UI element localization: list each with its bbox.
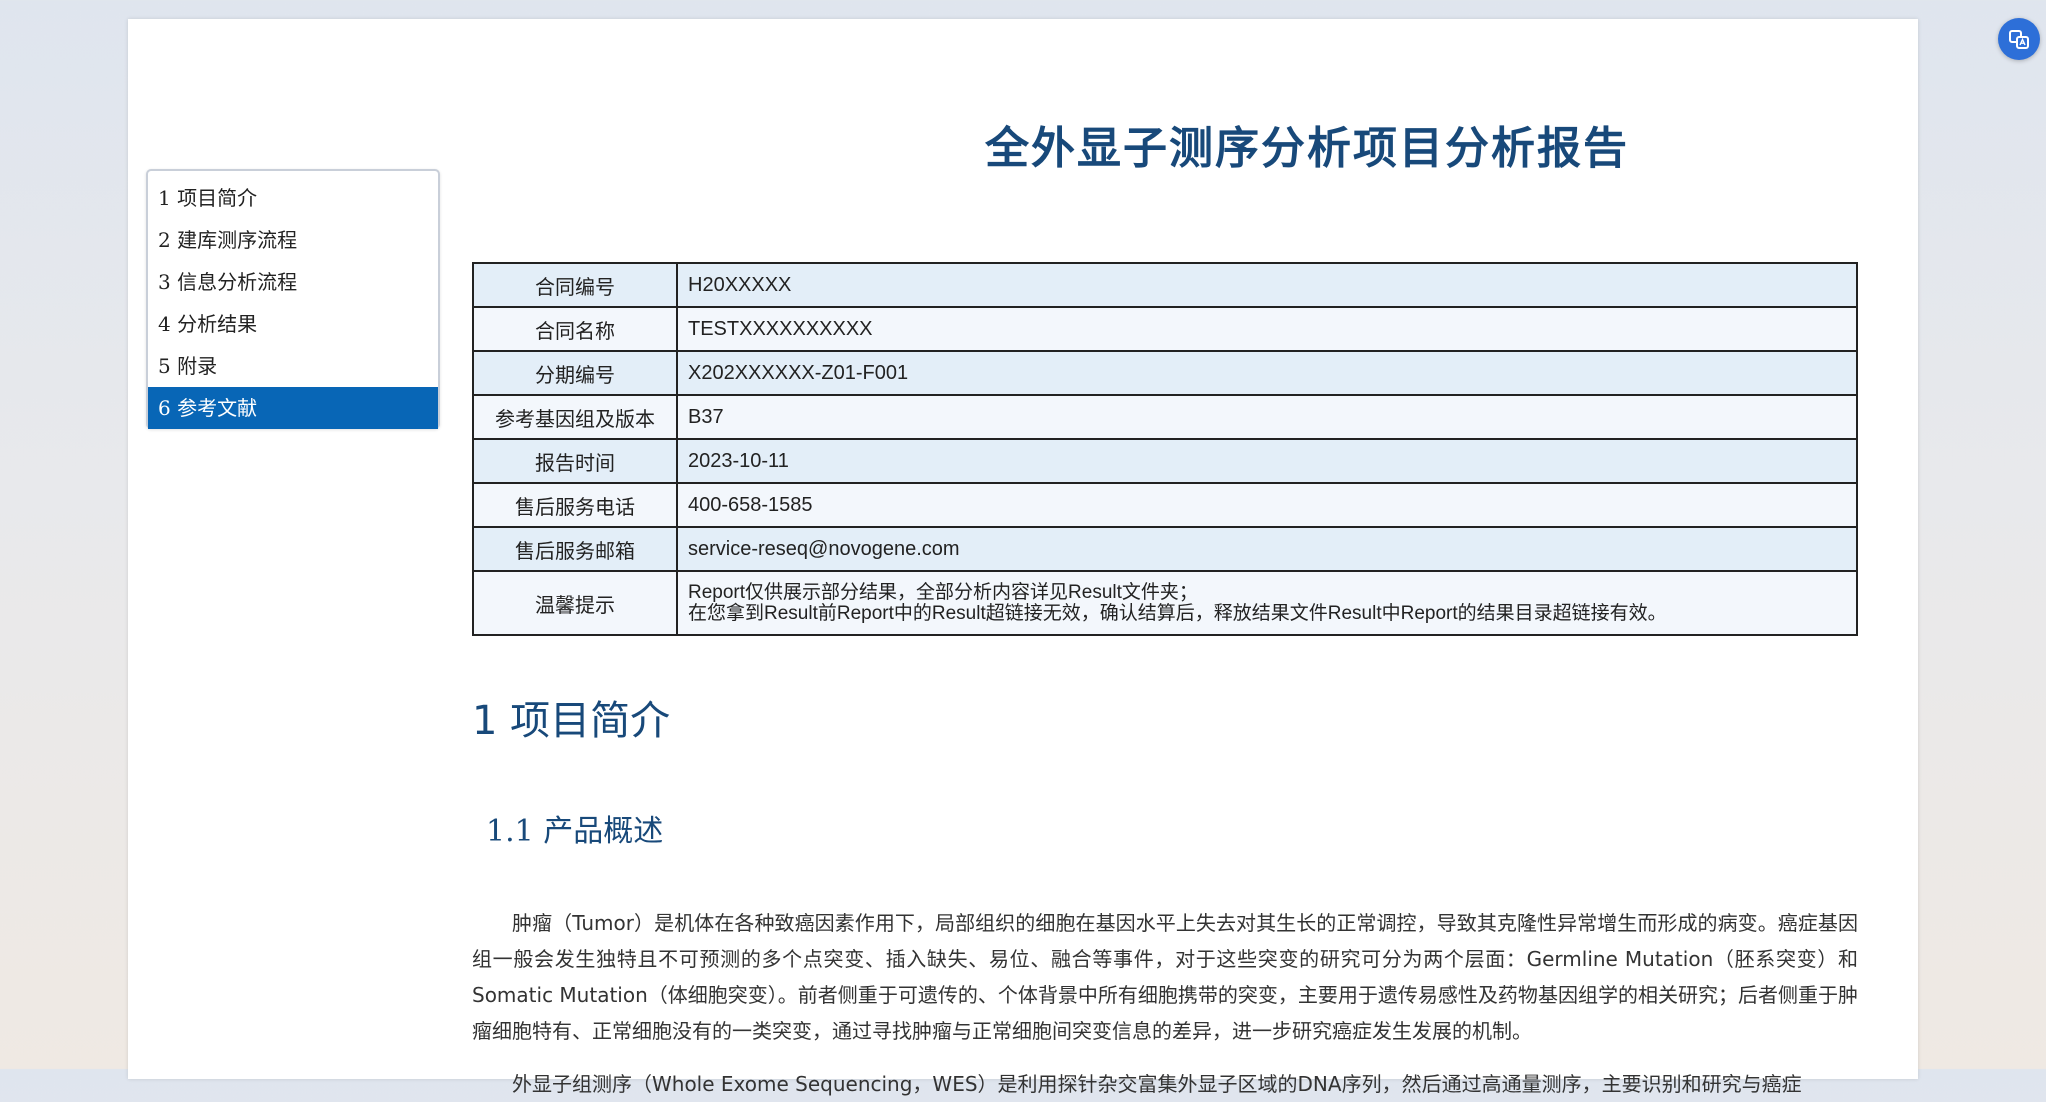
reference-genome-value: B37 — [676, 394, 1858, 440]
batch-number-value: X202XXXXXX-Z01-F001 — [676, 350, 1858, 396]
support-phone-label: 售后服务电话 — [472, 482, 678, 528]
tips-line-2: 在您拿到Result前Report中的Result超链接无效，确认结算后，释放结… — [688, 603, 1667, 624]
table-row: 报告时间 2023-10-11 — [472, 438, 1858, 484]
toc-item-references[interactable]: 6 参考文献 — [148, 387, 438, 429]
report-date-label: 报告时间 — [472, 438, 678, 484]
table-row: 合同名称 TESTXXXXXXXXXX — [472, 306, 1858, 352]
paragraph: 外显子组测序（Whole Exome Sequencing，WES）是利用探针杂… — [512, 1072, 1802, 1096]
contract-name-label: 合同名称 — [472, 306, 678, 352]
support-phone-value: 400-658-1585 — [676, 482, 1858, 528]
report-title: 全外显子测序分析项目分析报告 — [985, 123, 1629, 174]
table-row: 售后服务电话 400-658-1585 — [472, 482, 1858, 528]
tips-label: 温馨提示 — [472, 570, 678, 636]
table-row: 合同编号 H20XXXXX — [472, 262, 1858, 308]
support-email-value: service-reseq@novogene.com — [676, 526, 1858, 572]
paragraph: 肿瘤（Tumor）是机体在各种致癌因素作用下，局部组织的细胞在基因水平上失去对其… — [472, 911, 1858, 1043]
batch-number-label: 分期编号 — [472, 350, 678, 396]
table-of-contents: 1 项目简介 2 建库测序流程 3 信息分析流程 4 分析结果 5 附录 6 参… — [146, 169, 440, 429]
toc-item-appendix[interactable]: 5 附录 — [148, 345, 438, 387]
table-row: 分期编号 X202XXXXXX-Z01-F001 — [472, 350, 1858, 396]
table-row: 温馨提示 Report仅供展示部分结果，全部分析内容详见Result文件夹； 在… — [472, 570, 1858, 636]
translate-icon — [2009, 30, 2029, 49]
toc-item-library-sequencing[interactable]: 2 建库测序流程 — [148, 219, 438, 261]
support-email-label: 售后服务邮箱 — [472, 526, 678, 572]
toc-item-analysis-pipeline[interactable]: 3 信息分析流程 — [148, 261, 438, 303]
contract-name-value: TESTXXXXXXXXXX — [676, 306, 1858, 352]
contract-number-value: H20XXXXX — [676, 262, 1858, 308]
reference-genome-label: 参考基因组及版本 — [472, 394, 678, 440]
section-heading: 1 项目简介 — [472, 698, 671, 744]
toc-item-intro[interactable]: 1 项目简介 — [148, 177, 438, 219]
subsection-heading: 1.1 产品概述 — [486, 814, 664, 849]
contract-number-label: 合同编号 — [472, 262, 678, 308]
report-date-value: 2023-10-11 — [676, 438, 1858, 484]
toc-item-results[interactable]: 4 分析结果 — [148, 303, 438, 345]
tips-value: Report仅供展示部分结果，全部分析内容详见Result文件夹； 在您拿到Re… — [676, 570, 1858, 636]
tips-line-1: Report仅供展示部分结果，全部分析内容详见Result文件夹； — [688, 582, 1198, 603]
table-row: 售后服务邮箱 service-reseq@novogene.com — [472, 526, 1858, 572]
project-info-table: 合同编号 H20XXXXX 合同名称 TESTXXXXXXXXXX 分期编号 X… — [472, 262, 1858, 636]
floating-tool-button[interactable] — [1998, 18, 2040, 60]
table-row: 参考基因组及版本 B37 — [472, 394, 1858, 440]
